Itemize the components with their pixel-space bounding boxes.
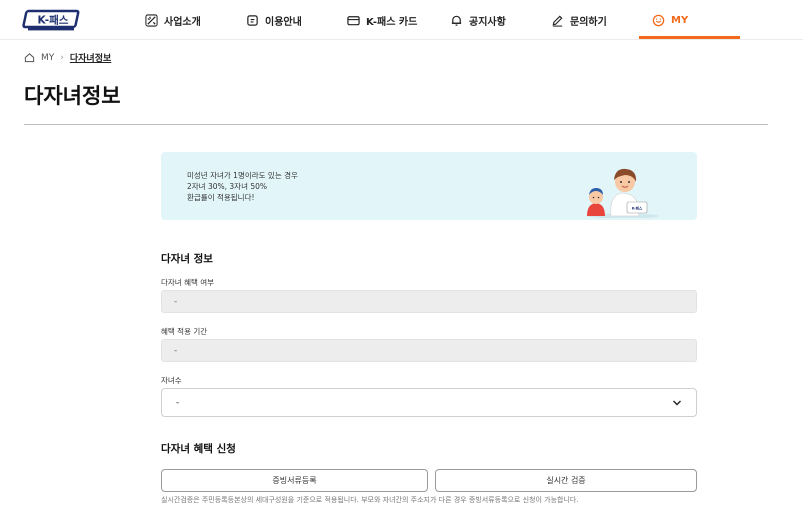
nav-label: K-패스 카드 [366,16,418,28]
guide-icon [247,14,258,26]
banner-line: 환급률이 적용됩니다! [187,193,255,202]
nav-label: 문의하기 [570,16,607,28]
smile-icon [652,14,665,26]
children-count-select[interactable]: - [161,388,697,417]
chevron-down-icon [673,400,681,406]
logo-text: K-패스 [38,14,69,27]
home-icon[interactable] [24,52,35,63]
nav-my[interactable]: MY [652,0,688,40]
realtime-verify-button[interactable]: 실시간 검증 [435,469,697,492]
benefit-period-field: - [161,339,697,362]
benefit-status-label: 다자녀 혜택 여부 [161,278,215,287]
nav-business-intro[interactable]: 사업소개 [145,0,201,40]
nav-inquiry[interactable]: 문의하기 [551,0,607,40]
title-divider [24,124,768,125]
bell-icon [451,15,462,26]
banner-line: 미성년 자녀가 1명이라도 있는 경우 [187,171,298,180]
banner-card-text: K-패스 [632,206,643,211]
info-banner: 미성년 자녀가 1명이라도 있는 경우 2자녀 30%, 3자녀 50% 환급률… [161,152,697,220]
section-title-apply: 다자녀 혜택 신청 [161,443,236,455]
breadcrumb-current[interactable]: 다자녀정보 [70,51,111,64]
breadcrumb-root[interactable]: MY [41,53,54,63]
nav-kpass-card[interactable]: K-패스 카드 [347,0,417,40]
k-pass-logo[interactable]: K-패스 [22,9,82,31]
card-icon [347,15,360,25]
banner-line: 2자녀 30%, 3자녀 50% [187,182,268,191]
section-title-child-info: 다자녀 정보 [161,253,213,265]
nav-label: 사업소개 [164,16,201,28]
nav-label: MY [671,14,689,26]
banner-text: 미성년 자녀가 1명이라도 있는 경우 2자녀 30%, 3자녀 50% 환급률… [187,170,298,203]
register-documents-button[interactable]: 증빙서류등록 [161,469,428,492]
benefit-period-label: 혜택 적용 기간 [161,327,208,336]
children-count-label: 자녀수 [161,376,182,385]
nav-label: 이용안내 [265,16,302,28]
pencil-icon [552,15,563,27]
page-title: 다자녀정보 [24,84,121,108]
parent-child-illustration: K-패스 [587,168,659,218]
nav-usage-guide[interactable]: 이용안내 [246,0,302,40]
nav-notice[interactable]: 공지사항 [450,0,506,40]
nav-label: 공지사항 [469,16,506,28]
breadcrumb: MY › 다자녀정보 [24,51,111,64]
benefit-status-field: - [161,290,697,313]
top-header: K-패스 사업소개 이용안내 K-패스 카드 공지사항 문의하기 MY [0,0,803,40]
chevron-right-icon: › [60,52,64,63]
sparkle-icon [145,13,158,27]
children-count-value: - [176,398,180,408]
apply-note: 실시간검증은 주민등록등본상의 세대구성원을 기준으로 적용됩니다. 부모와 자… [161,496,579,504]
active-tab-indicator [639,36,740,39]
